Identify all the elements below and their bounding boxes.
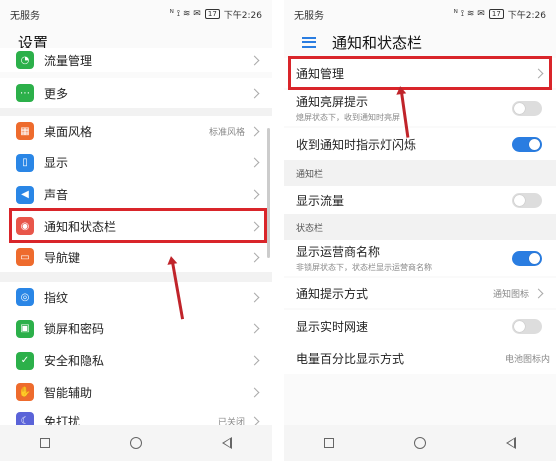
- settings-screen: 无服务 ᴺ ⟟ ≋ ✉ 17 下午2:26 设置 ◔ 流量管理 ⋯ 更多 ▦ 桌…: [0, 0, 272, 461]
- show-traffic-toggle[interactable]: [512, 192, 542, 208]
- status-icons: ᴺ ⟟ ≋ ✉: [453, 9, 485, 19]
- shield-icon: ✓: [16, 351, 34, 370]
- lock-icon: ▣: [16, 319, 34, 338]
- time-label: 下午2:26: [507, 10, 546, 21]
- settings-item-navigation-key[interactable]: ▭ 导航键: [0, 242, 272, 272]
- show-carrier-item[interactable]: 显示运营商名称 非锁屏状态下，状态栏显示运营商名称: [284, 240, 556, 276]
- settings-item-fingerprint[interactable]: ◎ 指纹: [0, 282, 272, 312]
- chevron-right-icon: [249, 55, 260, 65]
- show-carrier-toggle[interactable]: [512, 250, 542, 266]
- led-notification-item[interactable]: 收到通知时指示灯闪烁: [284, 128, 556, 160]
- chevron-right-icon: [249, 252, 260, 262]
- highlight-box: [288, 56, 552, 90]
- home-style-icon: ▦: [16, 122, 34, 140]
- scrollbar[interactable]: [267, 128, 270, 258]
- notification-statusbar-screen: 无服务 ᴺ ⟟ ≋ ✉ 17 下午2:26 通知和状态栏 通知管理 通知亮屏提示…: [284, 0, 556, 461]
- chevron-right-icon: [249, 126, 260, 136]
- realtime-speed-toggle[interactable]: [512, 318, 542, 334]
- settings-item-data-usage[interactable]: ◔ 流量管理: [0, 48, 272, 72]
- menu-icon[interactable]: [302, 36, 316, 48]
- battery-icon: 17: [488, 9, 504, 19]
- back-icon[interactable]: [506, 437, 516, 449]
- home-icon[interactable]: [414, 437, 426, 449]
- status-bar: 无服务 ᴺ ⟟ ≋ ✉ 17 下午2:26: [284, 0, 556, 28]
- recent-apps-icon[interactable]: [40, 438, 50, 448]
- carrier-label: 无服务: [10, 10, 40, 22]
- hand-icon: ✋: [16, 383, 34, 401]
- status-bar: 无服务 ᴺ ⟟ ≋ ✉ 17 下午2:26: [0, 0, 272, 28]
- settings-item-more[interactable]: ⋯ 更多: [0, 78, 272, 108]
- sound-icon: ◀: [16, 185, 34, 204]
- home-icon[interactable]: [130, 437, 142, 449]
- status-icons: ᴺ ⟟ ≋ ✉: [169, 9, 201, 19]
- settings-item-lock-screen[interactable]: ▣ 锁屏和密码: [0, 312, 272, 345]
- chevron-right-icon: [249, 355, 260, 366]
- recent-apps-icon[interactable]: [324, 438, 334, 448]
- nav-bar: [0, 425, 272, 461]
- battery-percentage-item[interactable]: 电量百分比显示方式 电池图标内: [284, 342, 556, 374]
- chevron-right-icon: [249, 157, 260, 168]
- notification-style-item[interactable]: 通知提示方式 通知图标: [284, 278, 556, 308]
- led-notification-toggle[interactable]: [512, 136, 542, 152]
- highlight-box: [9, 208, 267, 243]
- chevron-right-icon: [249, 387, 260, 397]
- settings-item-display[interactable]: ▯ 显示: [0, 146, 272, 179]
- section-header-status-bar: 状态栏: [284, 214, 556, 240]
- display-icon: ▯: [16, 153, 34, 172]
- chevron-right-icon: [533, 288, 544, 298]
- chevron-right-icon: [249, 323, 260, 334]
- fingerprint-icon: ◎: [16, 288, 34, 306]
- settings-item-sound[interactable]: ◀ 声音: [0, 179, 272, 210]
- settings-item-smart-assist[interactable]: ✋ 智能辅助: [0, 376, 272, 408]
- lock-screen-notification-item[interactable]: 通知亮屏提示 熄屏状态下，收到通知时亮屏: [284, 90, 556, 126]
- section-header-notification-bar: 通知栏: [284, 160, 556, 186]
- time-label: 下午2:26: [223, 10, 262, 21]
- navigation-key-icon: ▭: [16, 248, 34, 266]
- show-traffic-item[interactable]: 显示流量: [284, 186, 556, 214]
- nav-bar: [284, 425, 556, 461]
- page-title: 通知和状态栏: [284, 28, 556, 56]
- back-icon[interactable]: [222, 437, 232, 449]
- chevron-right-icon: [249, 189, 260, 200]
- settings-item-home-style[interactable]: ▦ 桌面风格 标准风格: [0, 116, 272, 146]
- chevron-right-icon: [249, 88, 260, 98]
- lock-screen-notification-toggle[interactable]: [512, 100, 542, 116]
- settings-item-security[interactable]: ✓ 安全和隐私: [0, 345, 272, 376]
- carrier-label: 无服务: [294, 10, 324, 22]
- battery-icon: 17: [204, 9, 220, 19]
- more-icon: ⋯: [16, 84, 34, 102]
- chevron-right-icon: [249, 292, 260, 302]
- page-title-text: 通知和状态栏: [332, 33, 423, 52]
- data-usage-icon: ◔: [16, 51, 34, 69]
- realtime-speed-item[interactable]: 显示实时网速: [284, 310, 556, 342]
